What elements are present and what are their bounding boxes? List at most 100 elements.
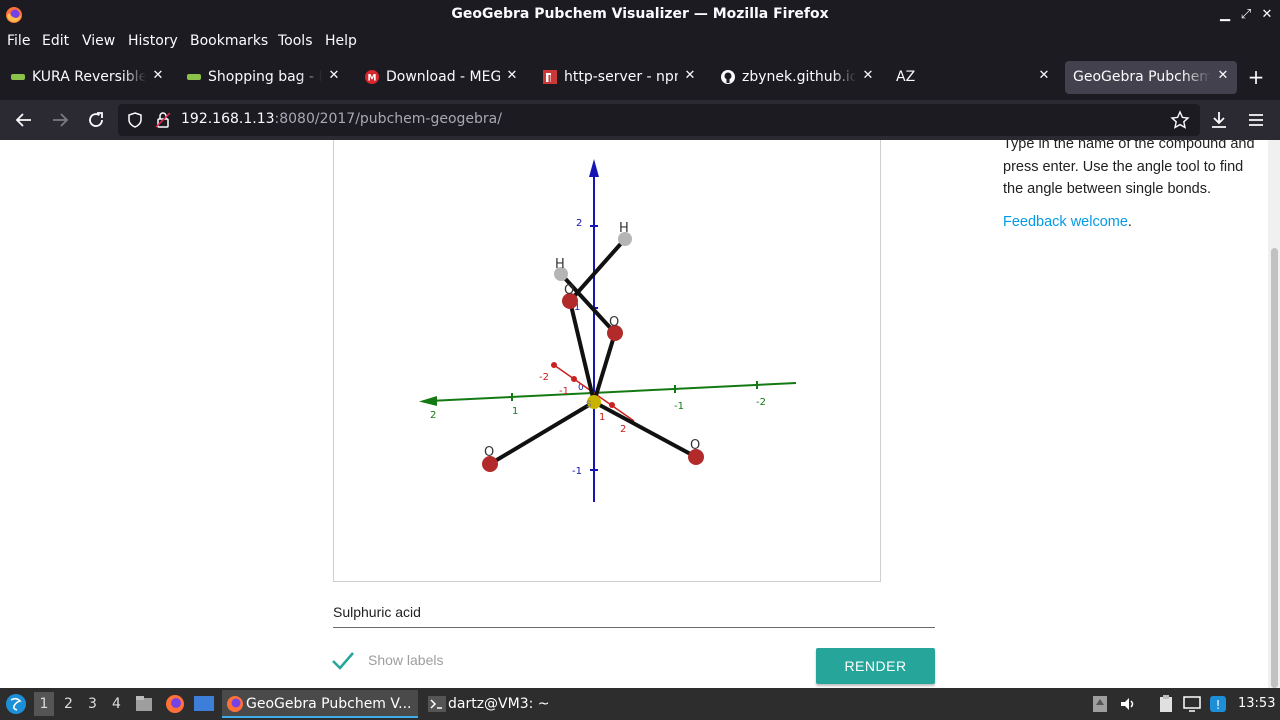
feedback-link[interactable]: Feedback welcome <box>1003 214 1128 230</box>
y-axis-arrow-icon <box>419 396 437 406</box>
forward-icon[interactable] <box>48 108 72 132</box>
tray-drive-icon[interactable] <box>1090 694 1110 714</box>
window-titlebar: GeoGebra Pubchem Visualizer — Mozilla Fi… <box>0 0 1280 30</box>
url-text[interactable]: 192.168.1.13:8080/2017/pubchem-geogebra/ <box>181 111 502 127</box>
tab-github[interactable]: zbynek.github.io/p ✕ <box>712 61 882 94</box>
volume-icon[interactable] <box>1118 694 1138 714</box>
web-page: 2 1 0 -1 2 1 -1 -2 -2 -1 1 2 H H O O O O… <box>0 140 1280 688</box>
menu-bookmarks[interactable]: Bookmarks <box>190 33 268 49</box>
workspace-2[interactable]: 2 <box>64 696 73 712</box>
clock: 13:53 <box>1238 696 1276 711</box>
firefox-launcher-icon[interactable] <box>164 693 186 715</box>
x-axis-tick-dot <box>571 376 577 382</box>
atom-label: O <box>690 438 700 453</box>
navigation-bar: 192.168.1.13:8080/2017/pubchem-geogebra/ <box>0 100 1280 140</box>
tab-close-icon[interactable]: ✕ <box>1215 68 1231 84</box>
tab-geogebra[interactable]: GeoGebra Pubchem V ✕ <box>1065 61 1237 94</box>
y-axis <box>428 382 797 402</box>
notification-icon[interactable]: ! <box>1208 694 1228 714</box>
menu-edit[interactable]: Edit <box>42 33 69 49</box>
download-icon[interactable] <box>1207 108 1231 132</box>
menu-view[interactable]: View <box>82 33 115 49</box>
atom-label: S <box>586 400 592 410</box>
z-tick-label: -1 <box>572 466 582 477</box>
x-tick-label: 2 <box>620 424 626 435</box>
tab-label: AZ <box>896 69 916 85</box>
hamburger-menu-icon[interactable] <box>1244 108 1268 132</box>
feedback-suffix: . <box>1127 214 1132 230</box>
start-menu-icon[interactable] <box>5 693 27 715</box>
clipboard-icon[interactable] <box>1156 694 1176 714</box>
restore-icon[interactable]: ⤢ <box>1236 5 1256 25</box>
reload-icon[interactable] <box>84 108 108 132</box>
address-bar[interactable]: 192.168.1.13:8080/2017/pubchem-geogebra/ <box>118 104 1200 136</box>
close-icon[interactable]: ✕ <box>1257 5 1277 25</box>
atom-label: O <box>484 445 494 460</box>
x-axis-tick-dot <box>609 402 615 408</box>
tab-favicon-icon <box>11 74 25 80</box>
taskbar-app-firefox[interactable]: GeoGebra Pubchem V... <box>222 690 418 718</box>
tab-label: zbynek.github.io/p <box>742 69 856 85</box>
compound-input[interactable] <box>333 596 935 628</box>
insecure-lock-icon[interactable] <box>154 111 172 129</box>
show-labels-checkbox-label[interactable]: Show labels <box>368 652 444 668</box>
workspace-3[interactable]: 3 <box>88 696 97 712</box>
menu-file[interactable]: File <box>7 33 30 49</box>
workspace-1[interactable]: 1 <box>34 692 54 716</box>
new-tab-icon[interactable]: + <box>1244 66 1268 90</box>
mega-icon: M <box>365 70 379 84</box>
tab-mega[interactable]: M Download - MEGA ✕ <box>356 61 526 94</box>
menu-tools[interactable]: Tools <box>278 33 313 49</box>
page-scrollbar[interactable] <box>1268 140 1280 688</box>
geogebra-3d-applet[interactable]: 2 1 0 -1 2 1 -1 -2 -2 -1 1 2 H H O O O O… <box>333 140 881 582</box>
url-path: :8080/2017/pubchem-geogebra/ <box>274 111 502 127</box>
display-icon[interactable] <box>1182 694 1202 714</box>
y-tick-label: -1 <box>674 401 684 412</box>
atom-label: O <box>609 315 619 330</box>
svg-text:!: ! <box>1216 698 1221 712</box>
y-tick-label: 1 <box>512 406 518 417</box>
scrollbar-thumb[interactable] <box>1271 248 1278 688</box>
y-tick-label: 2 <box>430 410 436 421</box>
taskbar: 1 2 3 4 GeoGebra Pubchem V... dartz@VM3:… <box>0 688 1280 720</box>
x-tick-label: -1 <box>559 386 569 397</box>
tab-bar: KURA Reversible b ✕ Shopping bag - IKE ✕… <box>0 54 1280 100</box>
render-button[interactable]: RENDER <box>816 648 935 684</box>
tab-npm[interactable]: http-server - npm ✕ <box>534 61 704 94</box>
screen: GeoGebra Pubchem Visualizer — Mozilla Fi… <box>0 0 1280 720</box>
workspace-4[interactable]: 4 <box>112 696 121 712</box>
tab-close-icon[interactable]: ✕ <box>682 68 698 84</box>
taskbar-app-label: GeoGebra Pubchem V... <box>246 696 412 712</box>
back-icon[interactable] <box>12 108 36 132</box>
tab-close-icon[interactable]: ✕ <box>860 68 876 84</box>
tab-az[interactable]: AZ ✕ <box>888 61 1058 94</box>
tab-kura[interactable]: KURA Reversible b ✕ <box>2 61 172 94</box>
bond-s-o <box>488 400 596 466</box>
z-tick-label: 2 <box>576 218 582 229</box>
taskbar-app-terminal[interactable]: dartz@VM3: ~ <box>424 690 584 718</box>
x-axis-tick-dot <box>551 362 557 368</box>
menu-help[interactable]: Help <box>325 33 357 49</box>
minimize-icon[interactable]: ▁ <box>1215 5 1235 25</box>
tab-close-icon[interactable]: ✕ <box>326 68 342 84</box>
molecule-graph[interactable]: 2 1 0 -1 2 1 -1 -2 -2 -1 1 2 H H O O O O… <box>334 140 882 583</box>
tab-close-icon[interactable]: ✕ <box>150 68 166 84</box>
window-title: GeoGebra Pubchem Visualizer — Mozilla Fi… <box>451 6 829 22</box>
npm-icon <box>543 70 557 84</box>
menu-bar: File Edit View History Bookmarks Tools H… <box>0 30 1280 54</box>
tab-label: GeoGebra Pubchem V <box>1073 69 1211 85</box>
z-axis-arrow-icon <box>589 159 599 177</box>
file-manager-icon[interactable] <box>134 694 154 714</box>
firefox-icon <box>227 696 243 712</box>
checkmark-icon[interactable] <box>330 648 356 674</box>
show-desktop-icon[interactable] <box>193 694 215 714</box>
tab-close-icon[interactable]: ✕ <box>1036 68 1052 84</box>
bookmark-star-icon[interactable] <box>1170 110 1190 130</box>
menu-history[interactable]: History <box>128 33 178 49</box>
instructions-text: Type in the name of the compound and pre… <box>1003 140 1255 197</box>
atom-label: O <box>564 283 574 298</box>
shield-icon[interactable] <box>126 111 144 129</box>
tab-close-icon[interactable]: ✕ <box>504 68 520 84</box>
tab-label: Download - MEGA <box>386 69 500 85</box>
tab-shopping[interactable]: Shopping bag - IKE ✕ <box>178 61 348 94</box>
